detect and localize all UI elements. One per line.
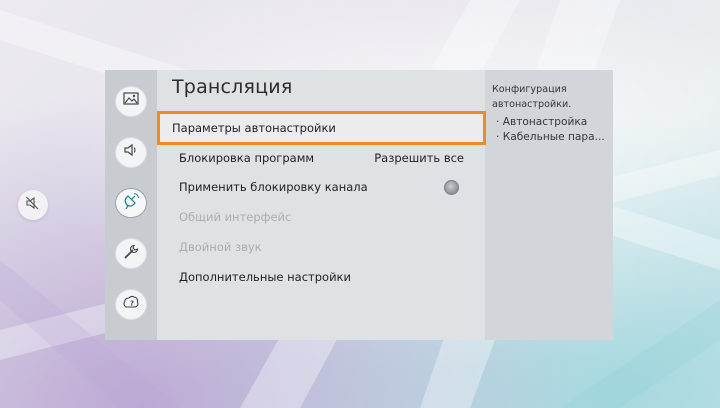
menu-item-dual-audio: Двойной звук [179,236,469,258]
description-subitem: · Кабельные пара... [496,131,605,143]
menu-item-label: Двойной звук [179,240,262,254]
description-subitem: · Автонастройка [496,116,588,128]
menu-item-label: Общий интерфейс [179,210,292,224]
menu-item-label: Применить блокировку канала [179,180,368,194]
menu-item-label: Параметры автонастройки [172,121,336,135]
channel-lock-toggle[interactable] [444,179,459,195]
menu-item-label: Блокировка программ [179,151,315,165]
page-title: Трансляция [172,76,293,98]
settings-category-sidebar: ? [105,70,157,340]
mute-button[interactable] [18,190,48,220]
description-line: Конфигурация [492,84,567,95]
general-icon [122,243,140,265]
svg-text:?: ? [130,299,134,307]
support-icon: ? [122,294,140,316]
menu-item-label: Дополнительные настройки [179,270,351,284]
category-sound[interactable] [115,136,147,168]
menu-item-value: Разрешить все [374,151,464,165]
volume-mute-icon [25,195,41,215]
sound-icon [122,141,140,163]
category-broadcast[interactable] [115,187,147,219]
picture-icon [122,90,140,112]
description-panel: Конфигурация автонастройки. · Автонастро… [485,70,613,340]
category-picture[interactable] [115,86,147,117]
menu-item-advanced-settings[interactable]: Дополнительные настройки [179,266,469,288]
broadcast-icon [121,191,141,215]
menu-item-common-interface: Общий интерфейс [179,206,469,228]
settings-panel: ? Трансляция Блокировка программ Разреши… [105,70,613,340]
category-general[interactable] [115,238,147,270]
category-support[interactable]: ? [115,289,147,320]
menu-item-program-lock[interactable]: Блокировка программ Разрешить все [179,147,469,169]
menu-item-autotune-settings[interactable]: Параметры автонастройки [157,111,486,145]
description-line: автонастройки. [492,99,572,110]
menu-item-apply-channel-lock[interactable]: Применить блокировку канала [179,176,469,198]
